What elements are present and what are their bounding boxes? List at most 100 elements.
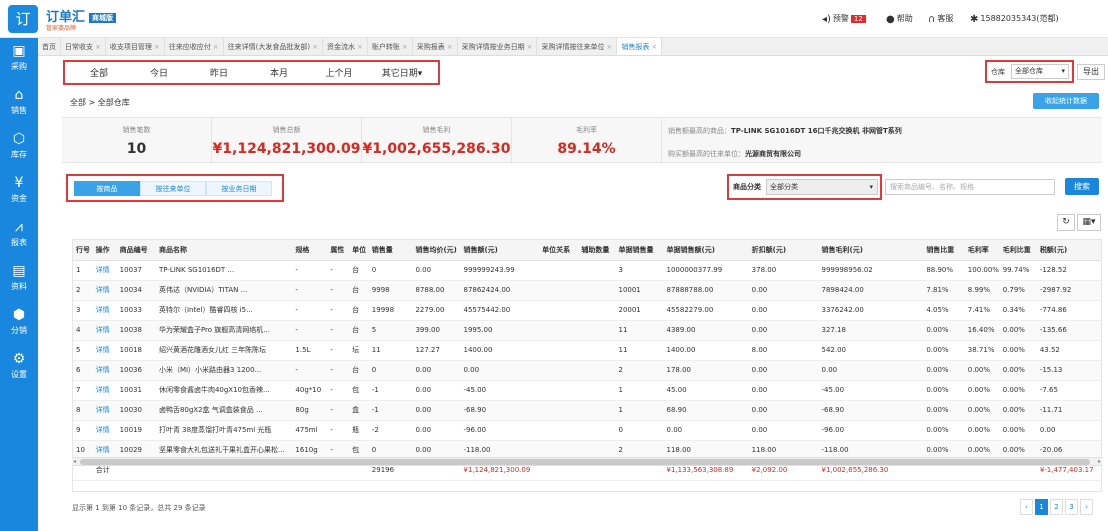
- service-button[interactable]: ∩ 客服: [928, 13, 953, 25]
- column-header[interactable]: 单据销售量: [615, 240, 664, 261]
- sidebar-item-distribution[interactable]: ⬢ 分销: [0, 302, 38, 346]
- stat-value: ¥1,124,821,300.09: [212, 141, 361, 157]
- close-icon[interactable]: ×: [154, 43, 160, 51]
- detail-link[interactable]: 详情: [92, 300, 117, 321]
- sidebar-item-inventory[interactable]: ⬡ 库存: [0, 126, 38, 170]
- column-header[interactable]: 商品编号: [116, 240, 156, 261]
- detail-link[interactable]: 详情: [92, 280, 117, 301]
- close-icon[interactable]: ×: [651, 43, 657, 51]
- close-icon[interactable]: ×: [606, 43, 612, 51]
- column-header[interactable]: 销售量: [368, 240, 413, 261]
- date-this-month-button[interactable]: 本月: [253, 66, 305, 82]
- tab-purchase-by-partner[interactable]: 采购详情按往来单位 ×: [537, 38, 618, 55]
- close-icon[interactable]: ×: [312, 43, 318, 51]
- hot-product-info: 销售额最高的商品：TP-LINK SG1016DT 16口千兆交换机 非网管T系…: [668, 126, 902, 136]
- column-header[interactable]: 单位: [349, 240, 369, 261]
- tab-transfer[interactable]: 账户转账 ×: [368, 38, 413, 55]
- close-icon[interactable]: ×: [402, 43, 408, 51]
- breadcrumb: 全部 > 全部仓库: [70, 98, 130, 107]
- detail-link[interactable]: 详情: [92, 360, 117, 381]
- column-header[interactable]: 操作: [92, 240, 117, 261]
- detail-link[interactable]: 详情: [92, 260, 117, 281]
- export-button[interactable]: 导出: [1077, 64, 1105, 80]
- alert-button[interactable]: ◂) 预警 12: [822, 13, 866, 25]
- sidebar-item-reports[interactable]: ⩘ 报表: [0, 214, 38, 258]
- sidebar-item-data[interactable]: ▤ 资料: [0, 258, 38, 302]
- column-header[interactable]: 销售额(元): [460, 240, 540, 261]
- table-row: 8 详情 10030 卤鸭舌80gX2盒 气调盒装食品 ... 80g - 盒 -1 0.00-…: [73, 400, 1101, 421]
- tab-home[interactable]: 首页: [38, 38, 61, 55]
- column-header[interactable]: 单据销售额(元): [663, 240, 749, 261]
- date-all-button[interactable]: 全部: [73, 66, 125, 82]
- category-select[interactable]: 全部分类 ▾: [766, 179, 878, 195]
- sidebar-item-sales[interactable]: ⌂ 销售: [0, 82, 38, 126]
- table-cell: [539, 300, 579, 321]
- next-page-button[interactable]: ›: [1080, 499, 1093, 515]
- column-header[interactable]: 税额(元): [1036, 240, 1101, 261]
- table-cell: 8: [73, 400, 93, 421]
- page-2-button[interactable]: 2: [1050, 499, 1063, 515]
- mode-by-date-button[interactable]: 按业务日期: [206, 181, 272, 196]
- tab-daily[interactable]: 日常收支 ×: [61, 38, 106, 55]
- tab-income-items[interactable]: 收支项目管理 ×: [106, 38, 165, 55]
- page-1-button[interactable]: 1: [1035, 499, 1048, 515]
- close-icon[interactable]: ×: [447, 43, 453, 51]
- scroll-left-icon[interactable]: ◂: [73, 458, 76, 466]
- help-button[interactable]: ● 帮助: [886, 13, 913, 25]
- table-cell: 盒: [349, 400, 369, 421]
- horizontal-scrollbar[interactable]: ◂ ▸: [72, 457, 1102, 466]
- sidebar-item-funds[interactable]: ¥ 资金: [0, 170, 38, 214]
- columns-toggle-icon[interactable]: ▦▾: [1077, 214, 1101, 231]
- column-header[interactable]: 毛利比重: [999, 240, 1037, 261]
- refresh-icon[interactable]: ↻: [1057, 214, 1075, 231]
- tab-receivables[interactable]: 往来应收应付 ×: [165, 38, 224, 55]
- tab-partner-detail[interactable]: 往来详情(大发食品批发部) ×: [224, 38, 323, 55]
- detail-link[interactable]: 详情: [92, 320, 117, 341]
- close-icon[interactable]: ×: [527, 43, 533, 51]
- table-cell: 3: [73, 300, 93, 321]
- tab-purchase-by-date[interactable]: 采购详情按业务日期 ×: [458, 38, 538, 55]
- search-input[interactable]: 搜索商品编号、名称、规格: [885, 179, 1055, 195]
- warehouse-select[interactable]: 全部仓库 ▾: [1011, 64, 1069, 79]
- detail-link[interactable]: 详情: [92, 340, 117, 361]
- column-header[interactable]: 毛利率: [964, 240, 1000, 261]
- mode-by-partner-button[interactable]: 按往来单位: [140, 181, 206, 196]
- prev-page-button[interactable]: ‹: [1020, 499, 1033, 515]
- scroll-right-icon[interactable]: ▸: [1098, 458, 1101, 466]
- mode-by-product-button[interactable]: 按商品: [74, 181, 140, 196]
- column-header[interactable]: 销售均价(元): [412, 240, 461, 261]
- tab-purchase-report[interactable]: 采购报表 ×: [413, 38, 458, 55]
- column-header[interactable]: 辅助数量: [578, 240, 616, 261]
- column-header[interactable]: 销售比重: [923, 240, 965, 261]
- user-icon: ●: [886, 14, 895, 25]
- detail-link[interactable]: 详情: [92, 400, 117, 421]
- column-header[interactable]: 行号: [73, 240, 93, 261]
- detail-link[interactable]: 详情: [92, 380, 117, 401]
- close-icon[interactable]: ×: [357, 43, 363, 51]
- date-today-button[interactable]: 今日: [133, 66, 185, 82]
- close-icon[interactable]: ×: [213, 43, 219, 51]
- close-icon[interactable]: ×: [95, 43, 101, 51]
- date-yesterday-button[interactable]: 昨日: [193, 66, 245, 82]
- date-last-month-button[interactable]: 上个月: [313, 66, 365, 82]
- tab-sales-report[interactable]: 销售报表 ×: [617, 38, 663, 55]
- page-3-button[interactable]: 3: [1065, 499, 1078, 515]
- column-header[interactable]: 销售毛利(元): [818, 240, 924, 261]
- sidebar-item-purchase[interactable]: ▣ 采购: [0, 38, 38, 82]
- column-header[interactable]: 属性: [327, 240, 350, 261]
- collapse-stats-button[interactable]: 收起统计数据: [1033, 93, 1099, 109]
- tab-fund-flow[interactable]: 资金流水 ×: [323, 38, 368, 55]
- table-cell: 0.00: [412, 420, 461, 441]
- column-header[interactable]: 折扣额(元): [748, 240, 819, 261]
- table-cell: 0.00: [748, 300, 819, 321]
- scroll-thumb[interactable]: [80, 459, 1090, 465]
- column-header[interactable]: 规格: [292, 240, 328, 261]
- page-tabs-bar: 首页 日常收支 × 收支项目管理 × 往来应收应付 × 往来详情(大发食品批发部) × 资金流水 ×…: [38, 38, 1108, 56]
- detail-link[interactable]: 详情: [92, 420, 117, 441]
- date-other-dropdown[interactable]: 其它日期▾: [371, 66, 433, 82]
- column-header[interactable]: 单位关系: [539, 240, 579, 261]
- user-menu[interactable]: ✱ 15882035343(范都): [970, 13, 1059, 25]
- sidebar-item-settings[interactable]: ⚙ 设置: [0, 346, 38, 390]
- column-header[interactable]: 商品名称: [155, 240, 293, 261]
- search-button[interactable]: 搜索: [1065, 178, 1099, 195]
